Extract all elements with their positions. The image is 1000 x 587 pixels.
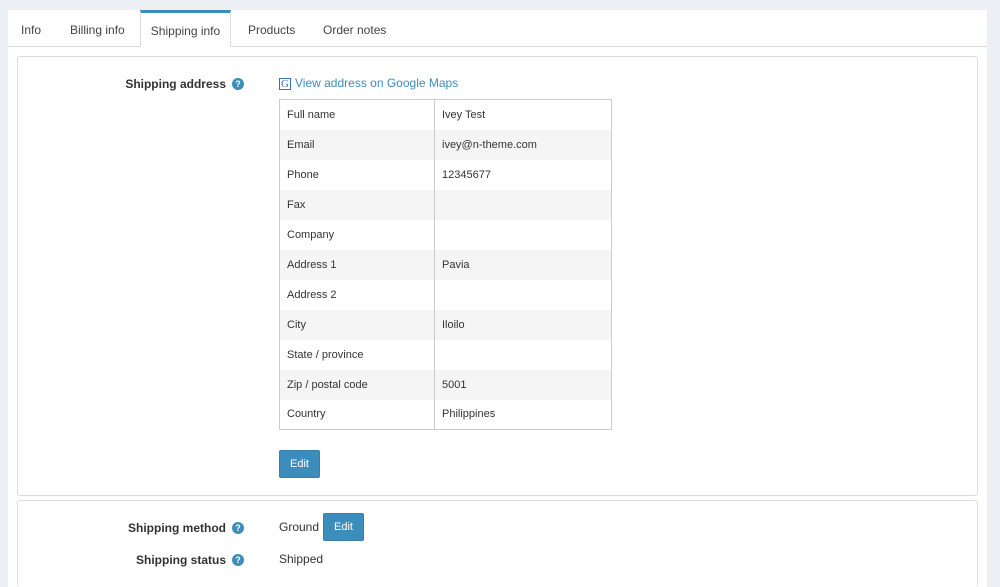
shipping-method-label: Shipping method <box>128 521 226 535</box>
order-tabs: Info Billing info Shipping info Products… <box>8 10 987 47</box>
tab-order-notes[interactable]: Order notes <box>323 10 386 46</box>
edit-shipping-method-button[interactable]: Edit <box>323 513 364 541</box>
address-key: Country <box>279 399 435 430</box>
address-key: Full name <box>279 99 435 130</box>
address-key: Address 1 <box>279 249 435 280</box>
help-icon[interactable]: ? <box>232 554 244 566</box>
table-row: Fax <box>279 189 612 220</box>
address-key: Zip / postal code <box>279 369 435 400</box>
address-value <box>435 280 612 310</box>
table-row: Company <box>279 219 612 250</box>
address-value: Pavia <box>434 249 612 280</box>
google-maps-icon: G <box>279 78 291 90</box>
shipping-address-table: Full name Ivey Test Email ivey@n-theme.com… <box>279 99 612 430</box>
address-value: Iloilo <box>434 309 612 340</box>
address-key: State / province <box>279 339 435 370</box>
shipping-method-value: Ground <box>279 520 320 534</box>
table-row: Country Philippines <box>279 399 612 430</box>
help-icon[interactable]: ? <box>232 78 244 90</box>
address-key: Email <box>279 129 435 160</box>
table-row: Full name Ivey Test <box>279 99 612 130</box>
table-row: State / province <box>279 339 612 370</box>
edit-shipping-address-button[interactable]: Edit <box>279 450 320 478</box>
address-value <box>434 189 612 220</box>
address-key: Company <box>279 219 435 250</box>
table-row: Zip / postal code 5001 <box>279 369 612 400</box>
shipping-status-label: Shipping status <box>136 553 226 567</box>
table-row: Address 2 <box>279 279 612 310</box>
address-value <box>435 220 612 250</box>
address-key: Phone <box>279 159 435 190</box>
table-row: Phone 12345677 <box>279 159 612 190</box>
address-value: ivey@n-theme.com <box>434 129 612 160</box>
tab-shipping-info[interactable]: Shipping info <box>140 10 231 47</box>
table-row: City Iloilo <box>279 309 612 340</box>
tab-billing-info[interactable]: Billing info <box>70 10 125 46</box>
address-value: 12345677 <box>442 168 491 181</box>
shipping-status-value: Shipped <box>279 552 324 566</box>
address-key: Fax <box>279 189 435 220</box>
table-row: Address 1 Pavia <box>279 249 612 280</box>
tab-info[interactable]: Info <box>21 10 41 46</box>
shipping-method-panel: Shipping method ? Ground Edit Shipping s… <box>17 500 978 587</box>
google-maps-link[interactable]: View address on Google Maps <box>295 76 458 90</box>
tab-products[interactable]: Products <box>248 10 295 46</box>
shipping-address-label: Shipping address <box>125 77 226 91</box>
address-key: Address 2 <box>279 279 435 310</box>
shipping-address-panel: Shipping address ? G View address on Goo… <box>17 56 978 496</box>
address-value: Ivey Test <box>442 108 486 121</box>
address-value: 5001 <box>434 369 612 400</box>
address-key: City <box>279 309 435 340</box>
table-row: Email ivey@n-theme.com <box>279 129 612 160</box>
address-value <box>435 340 612 370</box>
address-value: Philippines <box>442 408 496 421</box>
order-edit-container: Info Billing info Shipping info Products… <box>8 10 987 587</box>
help-icon[interactable]: ? <box>232 522 244 534</box>
